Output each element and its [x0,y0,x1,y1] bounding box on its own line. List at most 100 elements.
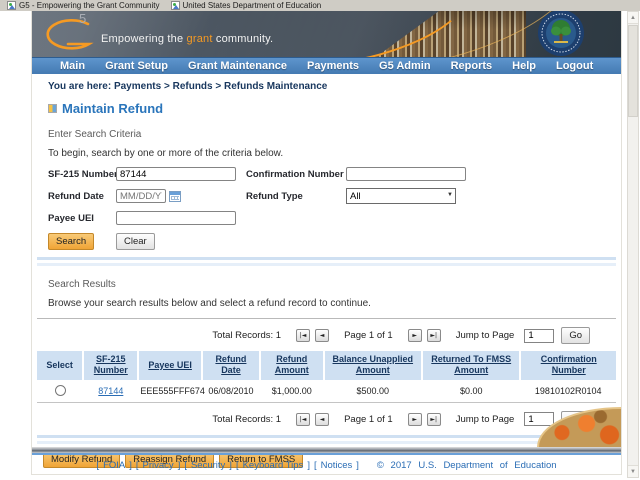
broken-images-strip: G5 - Empowering the Grant Community Unit… [0,0,640,11]
refund-date-label: Refund Date [48,190,104,202]
payee-uei-label: Payee UEI [48,212,94,224]
banner-tagline: Empowering the grant community. [101,33,274,45]
pagination-bottom: Total Records: 1 |◄ ◄ Page 1 of 1 ► ►| J… [37,410,590,428]
page-container: 5 Empowering the grant community. Main G… [32,11,621,474]
first-page-button[interactable]: |◄ [296,412,311,426]
nav-item-help[interactable]: Help [502,60,546,72]
jump-to-page-label: Jump to Page [455,413,515,425]
jump-to-page-input[interactable] [524,328,555,343]
form-buttons-row: Search Clear [48,233,616,250]
search-button[interactable]: Search [48,233,95,250]
section-divider [37,434,616,444]
next-page-button[interactable]: ► [407,412,422,426]
total-records-value: 1 [275,330,282,341]
total-records-value: 1 [275,413,282,425]
footer-link-notices[interactable]: Notices [321,460,353,471]
breadcrumb-path[interactable]: Payments > Refunds > Refunds Maintenance [114,81,327,92]
broken-image-alt-ed: United States Department of Education [182,1,322,10]
page-indicator: Page 1 of 1 [344,413,393,425]
copyright-text: © 2017 U.S. Department of Education [376,460,557,471]
prev-page-button[interactable]: ◄ [315,412,330,426]
col-header-payee-uei: Payee UEI [137,351,202,380]
table-row: 87144 EEE555FFF674 06/08/2010 $1,000.00 … [37,379,616,403]
vertical-scrollbar[interactable]: ▲ ▼ [627,11,639,478]
nav-item-logout[interactable]: Logout [546,60,603,72]
g5-logo-five: 5 [79,11,88,26]
nav-item-grant-maintenance[interactable]: Grant Maintenance [178,60,297,72]
cell-confirmation: 19810102R0104 [520,379,616,403]
cell-payee-uei: EEE555FFF674 [138,379,205,403]
g5-banner: 5 Empowering the grant community. [32,11,621,57]
cell-returned-fmss: $0.00 [422,379,521,403]
go-button[interactable]: Go [561,327,590,344]
cell-refund-date: 06/08/2010 [202,379,260,403]
next-page-button[interactable]: ► [407,329,422,342]
cell-refund-amount: $1,000.00 [259,379,324,403]
criteria-hint: To begin, search by one or more of the c… [48,148,284,159]
page-indicator: Page 1 of 1 [344,330,393,341]
department-of-education-seal-icon [538,11,584,56]
footer-link-privacy[interactable]: Privacy [143,460,174,471]
jump-to-page-label: Jump to Page [455,330,515,341]
scroll-up-icon[interactable]: ▲ [628,12,638,24]
nav-item-g5-admin[interactable]: G5 Admin [369,60,441,72]
first-page-button[interactable]: |◄ [296,329,311,342]
payee-uei-input[interactable] [116,211,236,225]
refund-type-select[interactable]: All [346,188,456,204]
sf215-label: SF-215 Number [48,168,118,180]
col-header-sf215: SF-215 Number [82,351,139,380]
sf215-input[interactable] [116,167,236,181]
maintain-refund-bullet-icon [48,104,57,113]
page-title-row: Maintain Refund [48,101,616,116]
total-records-label: Total Records: [212,330,274,341]
col-header-refund-amount: Refund Amount [258,351,324,380]
total-records-label: Total Records: [212,413,274,425]
results-instruction: Browse your search results below and sel… [48,298,371,309]
pagination-top: Total Records: 1 |◄ ◄ Page 1 of 1 ► ►| J… [37,327,590,344]
prev-page-button[interactable]: ◄ [315,329,330,342]
clear-button[interactable]: Clear [116,233,155,250]
page-title: Maintain Refund [62,101,164,116]
footer-link-security[interactable]: Security [191,460,225,471]
confirmation-input[interactable] [346,167,466,181]
breadcrumb: You are here: Payments > Refunds > Refun… [48,81,616,92]
search-criteria-form: SF-215 Number Confirmation Number Refund… [48,167,616,225]
scrollbar-thumb[interactable] [628,25,638,117]
main-nav: Main Grant Setup Grant Maintenance Payme… [32,57,621,74]
sf215-link[interactable]: 87144 [98,386,123,396]
nav-item-grant-setup[interactable]: Grant Setup [95,60,178,72]
broken-image-alt-g5: G5 - Empowering the Grant Community [19,1,160,10]
footer-gradient-bar [32,447,621,455]
col-header-returned-fmss: Returned To FMSS Amount [420,351,521,380]
results-top-divider [37,318,616,319]
refund-type-label: Refund Type [246,190,303,202]
last-page-button[interactable]: ►| [426,329,441,342]
search-results-label: Search Results [48,279,116,290]
scroll-down-icon[interactable]: ▼ [628,465,638,477]
table-header-row: Select SF-215 Number Payee UEI Refund Da… [37,351,616,380]
nav-item-main[interactable]: Main [50,60,95,72]
footer-link-keyboard-tips[interactable]: Keyboard Tips [243,460,304,471]
section-divider [37,257,616,266]
select-record-radio[interactable] [54,384,66,396]
jump-to-page-input[interactable] [524,412,555,426]
broken-image-icon [170,1,180,10]
breadcrumb-prefix: You are here: [48,81,112,92]
nav-item-payments[interactable]: Payments [297,60,369,72]
col-header-select: Select [37,351,84,380]
footer: [FOIA] [Privacy] [Security] [Keyboard Ti… [96,460,557,471]
cell-balance-unapplied: $500.00 [323,379,422,403]
nav-item-reports[interactable]: Reports [441,60,503,72]
col-header-refund-date: Refund Date [201,351,260,380]
enter-search-criteria-label: Enter Search Criteria [48,129,142,140]
col-header-confirmation: Confirmation Number [519,351,616,380]
footer-link-foia[interactable]: FOIA [103,460,125,471]
g5-logo-icon [46,19,94,50]
col-header-balance-unapplied: Balance Unapplied Amount [322,351,422,380]
calendar-icon[interactable] [169,190,181,202]
last-page-button[interactable]: ►| [426,412,441,426]
confirmation-label: Confirmation Number [246,168,344,180]
results-table: Select SF-215 Number Payee UEI Refund Da… [37,351,616,403]
broken-image-icon [7,1,16,10]
refund-date-input[interactable] [116,189,166,203]
